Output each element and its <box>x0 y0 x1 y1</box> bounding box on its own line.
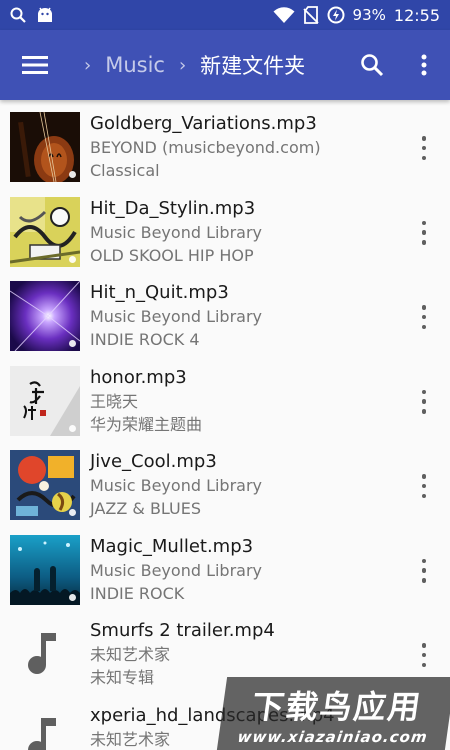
list-item[interactable]: Hit_n_Quit.mp3 Music Beyond Library INDI… <box>0 269 450 354</box>
item-more-vert-icon[interactable] <box>414 389 434 414</box>
watermark-logo: 下载鸟应用 www.xiazainiao.com <box>216 677 450 750</box>
list-item[interactable]: Magic_Mullet.mp3 Music Beyond Library IN… <box>0 523 450 608</box>
item-more-vert-icon[interactable] <box>414 305 434 329</box>
music-note-icon <box>26 631 64 675</box>
song-title: Jive_Cool.mp3 <box>90 451 217 472</box>
song-artist: Music Beyond Library <box>90 560 263 580</box>
item-more-vert-icon[interactable] <box>414 558 434 583</box>
song-title: Magic_Mullet.mp3 <box>90 535 254 557</box>
song-artist: 未知艺术家 <box>90 645 171 664</box>
song-list: Goldberg_Variations.mp3 BEYOND (musicbey… <box>0 100 450 750</box>
breadcrumb: › Music › 新建文件夹 <box>70 50 346 80</box>
toolbar: › Music › 新建文件夹 <box>0 30 450 100</box>
song-album: 华为荣耀主题曲 <box>90 414 203 434</box>
song-album: JAZZ & BLUES <box>90 499 202 518</box>
more-vert-icon[interactable] <box>398 30 450 100</box>
search-icon[interactable] <box>346 30 398 100</box>
song-title: Smurfs 2 trailer.mp4 <box>90 620 275 641</box>
list-item[interactable]: honor.mp3 王晓天 华为荣耀主题曲 <box>0 354 450 439</box>
breadcrumb-music[interactable]: Music <box>105 53 165 77</box>
item-more-vert-icon[interactable] <box>414 136 434 160</box>
android-icon <box>36 7 54 23</box>
song-artist: Music Beyond Library <box>90 476 263 495</box>
battery-level: 93% <box>352 6 386 24</box>
song-title: Goldberg_Variations.mp3 <box>90 113 317 134</box>
chevron-right-icon: › <box>178 54 187 76</box>
list-item[interactable]: Goldberg_Variations.mp3 BEYOND (musicbey… <box>0 100 450 185</box>
song-album: INDIE ROCK <box>90 583 185 603</box>
hamburger-menu-icon[interactable] <box>0 30 70 100</box>
song-title: Hit_n_Quit.mp3 <box>90 282 229 303</box>
clock: 12:55 <box>393 5 440 25</box>
song-title: Hit_Da_Stylin.mp3 <box>90 197 256 219</box>
list-item[interactable]: Hit_Da_Stylin.mp3 Music Beyond Library O… <box>0 185 450 270</box>
song-artist: 王晓天 <box>90 391 139 411</box>
album-art-calligraphy <box>10 365 80 436</box>
album-art-graffiti <box>10 196 80 267</box>
item-more-vert-icon[interactable] <box>414 220 434 245</box>
song-title: honor.mp3 <box>90 366 187 388</box>
search-icon <box>10 7 26 23</box>
music-note-icon <box>26 716 64 750</box>
item-more-vert-icon[interactable] <box>414 474 434 498</box>
list-item[interactable]: Jive_Cool.mp3 Music Beyond Library JAZZ … <box>0 438 450 523</box>
song-album: Classical <box>90 161 160 180</box>
song-album: OLD SKOOL HIP HOP <box>90 245 254 265</box>
song-artist: BEYOND (musicbeyond.com) <box>90 138 321 157</box>
item-more-vert-icon[interactable] <box>414 643 434 667</box>
album-art-jazz-collage <box>10 450 80 520</box>
breadcrumb-current-folder[interactable]: 新建文件夹 <box>200 50 305 80</box>
album-art-violin <box>10 112 80 182</box>
battery-saver-icon <box>327 6 345 24</box>
wifi-icon <box>273 6 295 24</box>
song-album: INDIE ROCK 4 <box>90 330 200 349</box>
chevron-right-icon: › <box>84 54 92 76</box>
status-bar: 93% 12:55 <box>0 0 450 30</box>
album-art-light-burst <box>10 281 80 351</box>
song-artist: Music Beyond Library <box>90 307 263 326</box>
album-art-concert <box>10 534 80 605</box>
song-artist: Music Beyond Library <box>90 222 263 242</box>
no-sim-icon <box>302 6 319 24</box>
